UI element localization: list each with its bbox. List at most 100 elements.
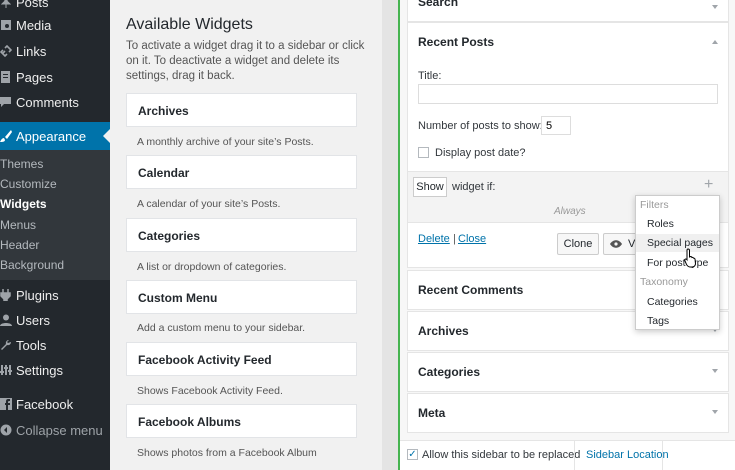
admin-menu: Posts Media Links Pages Comments Appeara… — [0, 0, 110, 470]
display-date-checkbox[interactable] — [418, 147, 429, 158]
widget-title: Recent Comments — [418, 283, 524, 297]
widget-description: A list or dropdown of categories. — [137, 261, 287, 273]
menu-item-users[interactable]: Users — [0, 308, 110, 332]
menu-label: Links — [16, 43, 47, 59]
menu-label: Posts — [16, 0, 49, 10]
available-widgets-panel: Available Widgets To activate a widget d… — [110, 0, 382, 470]
plugin-icon — [0, 288, 12, 302]
number-of-posts-label: Number of posts to show: — [418, 120, 543, 132]
menu-label: Collapse menu — [16, 422, 103, 438]
sidebar-widget-meta[interactable]: Meta — [407, 393, 729, 433]
menu-label: Users — [16, 312, 50, 328]
divider — [662, 441, 663, 470]
widget-title: Meta — [418, 406, 446, 420]
page-icon — [0, 70, 12, 84]
dropdown-option-for-post-type[interactable]: For post type — [636, 254, 719, 272]
pin-icon — [0, 0, 12, 9]
condition-dropdown: Filters Roles Special pages For post typ… — [635, 195, 720, 330]
widget-title: Categories — [418, 365, 481, 379]
menu-item-plugins[interactable]: Plugins — [0, 283, 110, 307]
replace-sidebar-checkbox[interactable]: ✓ — [407, 449, 418, 460]
sidebar-options-bar: ✓ Allow this sidebar to be replaced Side… — [400, 440, 735, 470]
wrench-icon — [0, 338, 12, 352]
display-date-label: Display post date? — [435, 147, 526, 159]
widget-calendar[interactable]: Calendar — [126, 155, 357, 189]
chevron-down-icon[interactable] — [712, 369, 718, 373]
plus-icon[interactable]: + — [704, 177, 713, 193]
widget-description: A monthly archive of your site’s Posts. — [137, 136, 314, 148]
dropdown-option-roles[interactable]: Roles — [636, 215, 719, 233]
link-separator: | — [453, 233, 456, 245]
comment-icon — [0, 95, 12, 109]
widget-description: Shows Facebook Activity Feed. — [137, 385, 283, 397]
menu-item-posts[interactable]: Posts — [0, 0, 110, 14]
brush-icon — [0, 129, 12, 143]
title-label: Title: — [418, 70, 442, 82]
condition-placeholder: Always — [554, 206, 586, 217]
submenu-themes[interactable]: Themes — [0, 157, 43, 175]
widget-facebook-activity-feed[interactable]: Facebook Activity Feed — [126, 342, 357, 376]
menu-label: Appearance — [16, 128, 87, 144]
title-input[interactable] — [418, 84, 718, 104]
delete-link[interactable]: Delete — [418, 233, 450, 245]
menu-item-pages[interactable]: Pages — [0, 65, 110, 89]
user-icon — [0, 313, 12, 327]
chevron-up-icon[interactable] — [712, 40, 718, 44]
widget-title: Archives — [418, 324, 469, 338]
menu-label: Tools — [16, 337, 47, 353]
submenu-background[interactable]: Background — [0, 258, 64, 276]
widget-description: A calendar of your site’s Posts. — [137, 198, 281, 210]
link-icon — [0, 44, 12, 58]
menu-item-tools[interactable]: Tools — [0, 333, 110, 357]
media-icon — [0, 18, 12, 32]
cursor-hand-icon — [684, 248, 697, 268]
close-link[interactable]: Close — [458, 233, 486, 245]
chevron-down-icon[interactable] — [712, 5, 718, 9]
chevron-down-icon[interactable] — [712, 410, 718, 414]
appearance-submenu: Themes Customize Widgets Menus Header Ba… — [0, 150, 110, 280]
submenu-header[interactable]: Header — [0, 238, 39, 256]
menu-label: Plugins — [16, 287, 59, 303]
available-widgets-description: To activate a widget drag it to a sideba… — [126, 40, 365, 82]
menu-label: Pages — [16, 69, 53, 85]
menu-item-links[interactable]: Links — [0, 39, 110, 63]
widget-archives[interactable]: Archives — [126, 93, 357, 127]
submenu-customize[interactable]: Customize — [0, 177, 57, 195]
widget-categories[interactable]: Categories — [126, 218, 357, 252]
visibility-button[interactable]: V — [603, 233, 639, 255]
collapse-icon — [0, 423, 12, 437]
dropdown-option-tags[interactable]: Tags — [636, 312, 719, 330]
available-widgets-heading: Available Widgets — [126, 16, 253, 33]
sidebar-widget-search[interactable]: Search — [407, 0, 729, 22]
widget-description: Shows photos from a Facebook Album — [137, 447, 317, 459]
show-hide-select[interactable]: Show — [413, 177, 447, 197]
menu-label: Media — [16, 17, 52, 33]
menu-item-comments[interactable]: Comments — [0, 90, 110, 114]
widget-if-label: widget if: — [452, 181, 496, 193]
panel-gutter — [382, 0, 398, 470]
dropdown-option-special-pages[interactable]: Special pages — [636, 234, 719, 252]
number-of-posts-input[interactable] — [541, 116, 571, 135]
sidebar-widget-categories[interactable]: Categories — [407, 352, 729, 392]
dropdown-heading-filters: Filters — [640, 199, 669, 211]
settings-icon — [0, 363, 12, 377]
widget-custom-menu[interactable]: Custom Menu — [126, 280, 357, 314]
divider — [574, 441, 575, 470]
widget-facebook-albums[interactable]: Facebook Albums — [126, 404, 357, 438]
menu-label: Comments — [16, 94, 79, 110]
menu-item-facebook[interactable]: Facebook — [0, 392, 110, 416]
facebook-icon — [0, 397, 12, 411]
widget-title: Recent Posts — [418, 35, 495, 49]
menu-item-appearance[interactable]: Appearance — [0, 122, 110, 150]
eye-icon — [610, 240, 622, 248]
submenu-widgets[interactable]: Widgets — [0, 197, 47, 215]
menu-item-media[interactable]: Media — [0, 13, 110, 37]
menu-item-settings[interactable]: Settings — [0, 358, 110, 382]
clone-button[interactable]: Clone — [557, 233, 599, 255]
sidebar-location-link[interactable]: Sidebar Location — [586, 449, 669, 461]
dropdown-option-categories[interactable]: Categories — [636, 293, 719, 311]
replace-sidebar-label: Allow this sidebar to be replaced — [422, 449, 581, 461]
menu-label: Settings — [16, 362, 63, 378]
collapse-menu-button[interactable]: Collapse menu — [0, 418, 110, 442]
submenu-menus[interactable]: Menus — [0, 218, 36, 236]
